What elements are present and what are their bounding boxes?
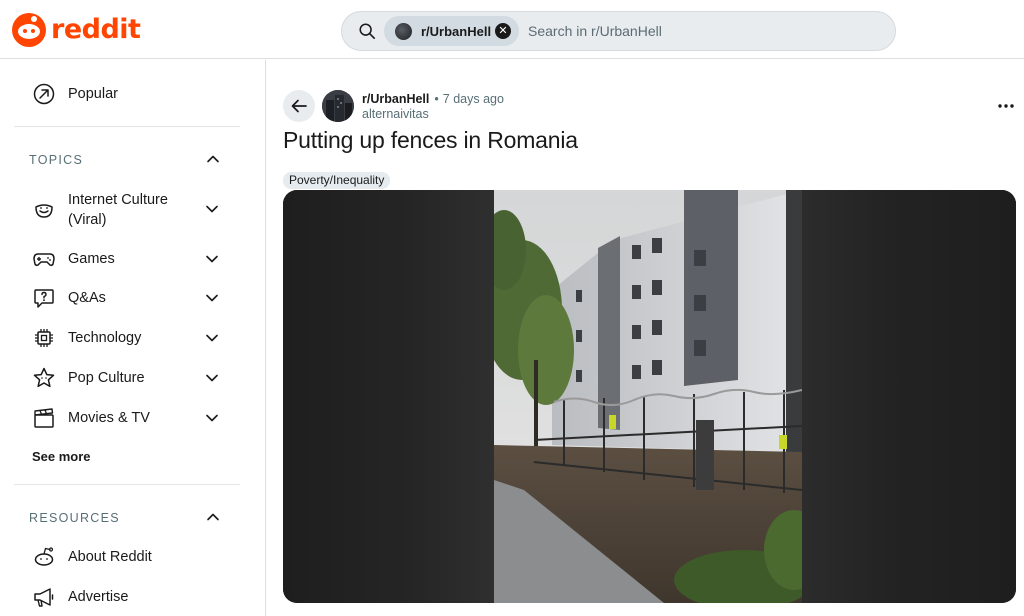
sidebar-item-label: Pop Culture [68, 370, 145, 386]
back-arrow-icon [291, 99, 307, 113]
clear-chip-icon[interactable]: ✕ [495, 23, 511, 39]
reddit-alien-icon [34, 547, 54, 566]
sidebar-item-label: Advertise [68, 589, 129, 605]
sidebar-item-about-reddit[interactable]: About Reddit [14, 545, 236, 569]
sidebar-item-label: Popular [68, 86, 118, 102]
sidebar-item-label: Q&As [68, 290, 106, 306]
top-header: reddit r/UrbanHell ✕ [0, 0, 1024, 59]
more-dots-icon[interactable] [995, 98, 1017, 114]
search-bar[interactable]: r/UrbanHell ✕ [341, 11, 896, 51]
gamepad-icon [33, 253, 55, 267]
media-blur-left [283, 190, 494, 603]
sidebar-item-label: Games [68, 251, 115, 267]
post-meta: r/UrbanHell • 7 days ago [362, 91, 504, 107]
megaphone-icon [34, 588, 54, 607]
question-bubble-icon [34, 289, 54, 308]
sidebar-item-games[interactable]: Games [14, 247, 236, 271]
sidebar-item-qas[interactable]: Q&As [14, 286, 236, 310]
left-sidebar: Popular TOPICS Internet Culture (Viral) … [0, 60, 266, 616]
sidebar-item-technology[interactable]: Technology [14, 326, 236, 350]
divider [14, 484, 240, 485]
popular-arrow-icon [33, 83, 55, 105]
chevron-down-icon[interactable] [205, 291, 219, 305]
subreddit-avatar-image [322, 90, 354, 122]
sidebar-item-internet-culture[interactable]: Internet Culture (Viral) [14, 188, 236, 230]
back-button[interactable] [283, 90, 315, 122]
post-time: 7 days ago [442, 92, 504, 106]
chevron-down-icon[interactable] [205, 331, 219, 345]
sidebar-item-advertise[interactable]: Advertise [14, 585, 236, 609]
smiley-icon [35, 204, 53, 218]
chevron-down-icon[interactable] [205, 411, 219, 425]
sidebar-item-movies-tv[interactable]: Movies & TV [14, 406, 236, 430]
sidebar-item-label: Technology [68, 330, 142, 346]
subreddit-search-chip[interactable]: r/UrbanHell ✕ [384, 16, 519, 46]
logo-wordmark: reddit [51, 14, 141, 45]
post-media[interactable] [283, 190, 1016, 603]
sidebar-item-label: About Reddit [68, 549, 152, 565]
sidebar-item-label: Internet Culture [68, 192, 168, 208]
meta-separator: • [434, 92, 439, 106]
subreddit-link[interactable]: r/UrbanHell [362, 92, 429, 106]
chevron-down-icon[interactable] [205, 252, 219, 266]
resources-heading: RESOURCES [29, 511, 120, 525]
search-input[interactable] [528, 21, 868, 41]
reddit-logo[interactable]: reddit [12, 13, 141, 47]
sidebar-item-label-line2: (Viral) [68, 212, 107, 228]
reddit-snoo-icon [12, 13, 46, 47]
chip-icon [35, 329, 53, 347]
sidebar-item-label: Movies & TV [68, 410, 150, 426]
sidebar-item-pop-culture[interactable]: Pop Culture [14, 366, 236, 390]
chevron-up-icon[interactable] [206, 510, 220, 524]
star-icon [33, 367, 55, 388]
post-title: Putting up fences in Romania [283, 127, 578, 153]
chevron-down-icon[interactable] [205, 371, 219, 385]
media-blur-right [802, 190, 1016, 603]
chip-label: r/UrbanHell [421, 23, 492, 39]
topics-heading: TOPICS [29, 153, 84, 167]
sidebar-item-popular[interactable]: Popular [14, 82, 236, 106]
post-author[interactable]: alternaivitas [362, 107, 429, 121]
divider [14, 126, 240, 127]
subreddit-avatar-small [395, 22, 412, 40]
search-icon [359, 23, 376, 40]
post-flair[interactable]: Poverty/Inequality [283, 172, 391, 189]
see-more-link[interactable]: See more [32, 449, 91, 464]
chevron-down-icon[interactable] [205, 202, 219, 216]
clapperboard-icon [34, 408, 54, 428]
chevron-up-icon[interactable] [206, 152, 220, 166]
subreddit-avatar[interactable] [322, 90, 354, 122]
post-image [494, 190, 802, 603]
